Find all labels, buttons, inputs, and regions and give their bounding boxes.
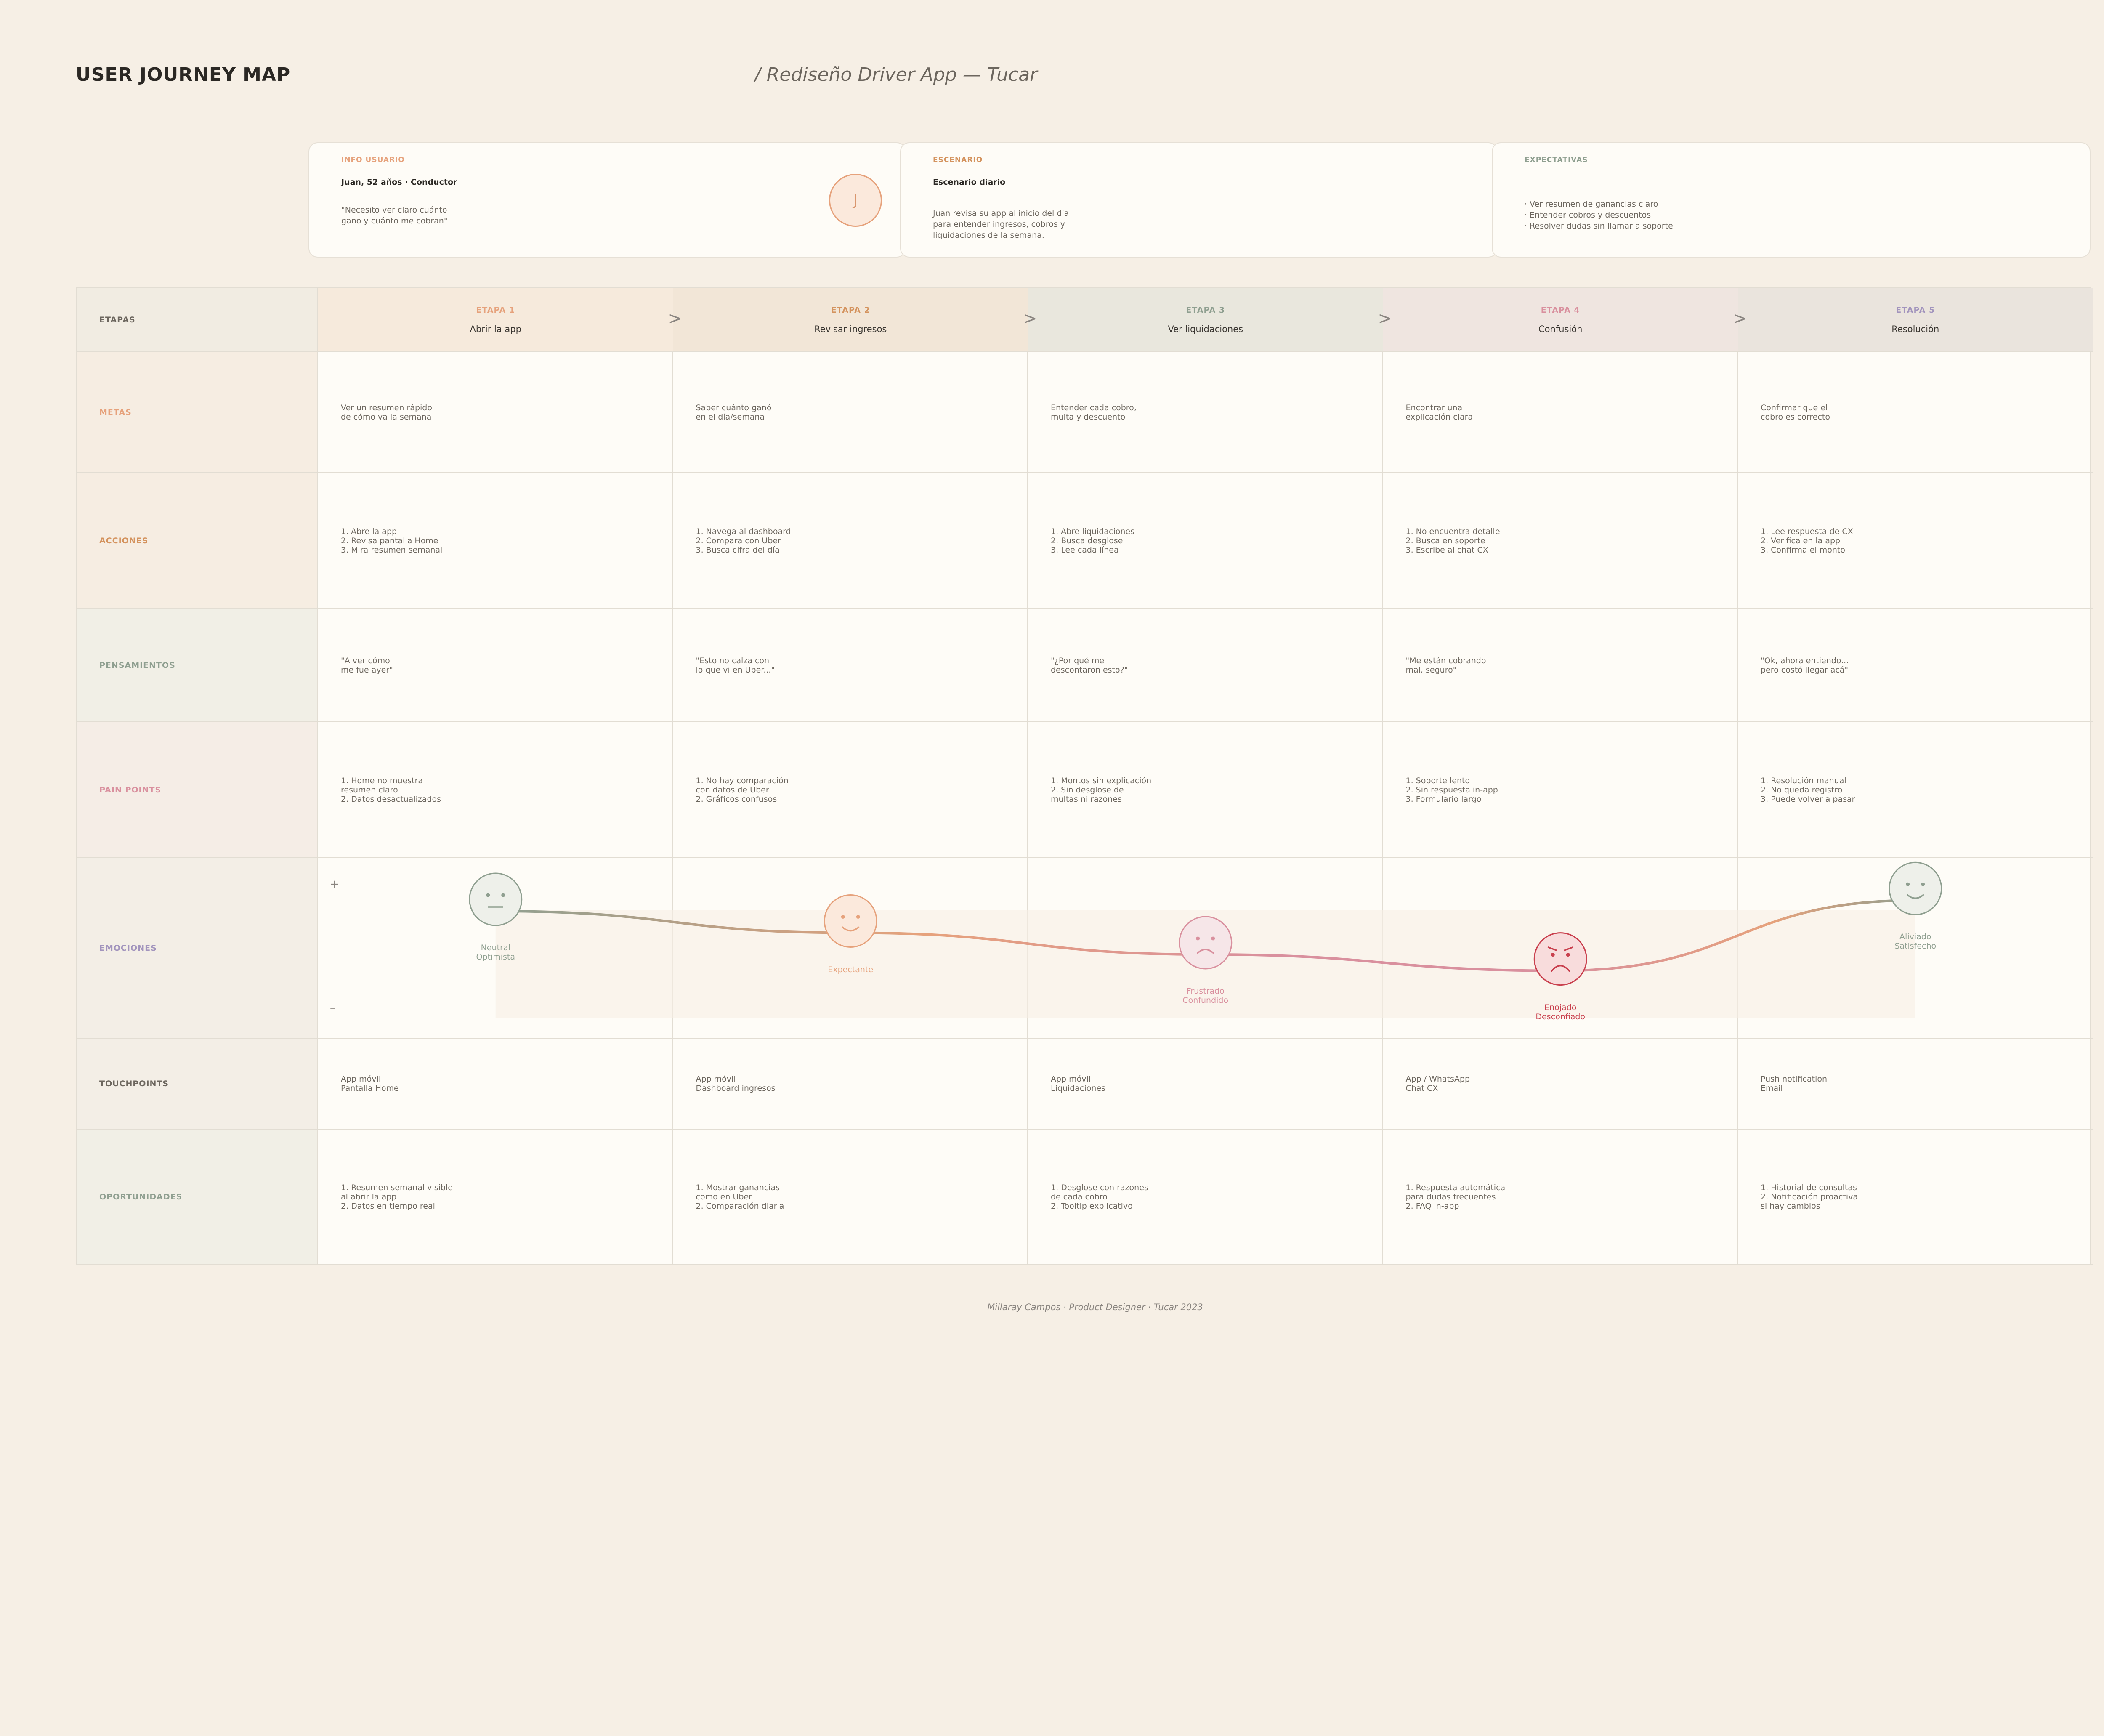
emotion-axis-plus: + bbox=[330, 878, 339, 891]
emotion-label: Aliviado Satisfecho bbox=[1894, 932, 1937, 951]
card-label: ESCENARIO bbox=[933, 156, 983, 164]
emotion-axis-minus: – bbox=[330, 1002, 335, 1015]
emotion-face-angry-icon bbox=[1533, 932, 1587, 986]
emotion-face-sad-icon bbox=[1179, 916, 1233, 970]
emotion-face-neutral-icon bbox=[469, 872, 523, 926]
emotion-face-smile-icon bbox=[1889, 861, 1942, 915]
avatar-initial: J bbox=[853, 191, 858, 209]
avatar: J bbox=[829, 174, 882, 227]
page-subtitle: / Rediseño Driver App — Tucar bbox=[754, 64, 1038, 85]
journey-grid: ETAPAS METAS ACCIONES PENSAMIENTOS PAIN POIN… bbox=[76, 287, 2093, 1265]
card-text: · Ver resumen de ganancias claro · Enten… bbox=[1525, 199, 1673, 231]
info-card-user: INFO USUARIO Juan, 52 años · Conductor "… bbox=[308, 142, 906, 258]
emotion-face-smile-icon bbox=[824, 894, 877, 948]
emotion-label: Enojado Desconfiado bbox=[1535, 1002, 1586, 1021]
card-title: Juan, 52 años · Conductor bbox=[341, 178, 457, 187]
card-label: EXPECTATIVAS bbox=[1525, 156, 1588, 164]
card-title: Escenario diario bbox=[933, 178, 1006, 187]
footer-credit: Millaray Campos · Product Designer · Tuc… bbox=[987, 1302, 1203, 1312]
card-label: INFO USUARIO bbox=[341, 156, 405, 164]
card-text: "Necesito ver claro cuánto gano y cuánto… bbox=[341, 205, 448, 226]
emotion-label: Neutral Optimista bbox=[476, 943, 515, 962]
emotion-curve-chart: +– bbox=[330, 861, 1942, 1018]
emotion-label: Expectante bbox=[828, 965, 874, 974]
page-title: USER JOURNEY MAP bbox=[76, 64, 291, 85]
info-card-scenario: ESCENARIO Escenario diario Juan revisa s… bbox=[900, 142, 1498, 258]
emotion-label: Frustrado Confundido bbox=[1182, 986, 1229, 1005]
card-text: Juan revisa su app al inicio del día par… bbox=[933, 209, 1069, 240]
info-card-expectations: EXPECTATIVAS · Ver resumen de ganancias … bbox=[1492, 142, 2091, 258]
